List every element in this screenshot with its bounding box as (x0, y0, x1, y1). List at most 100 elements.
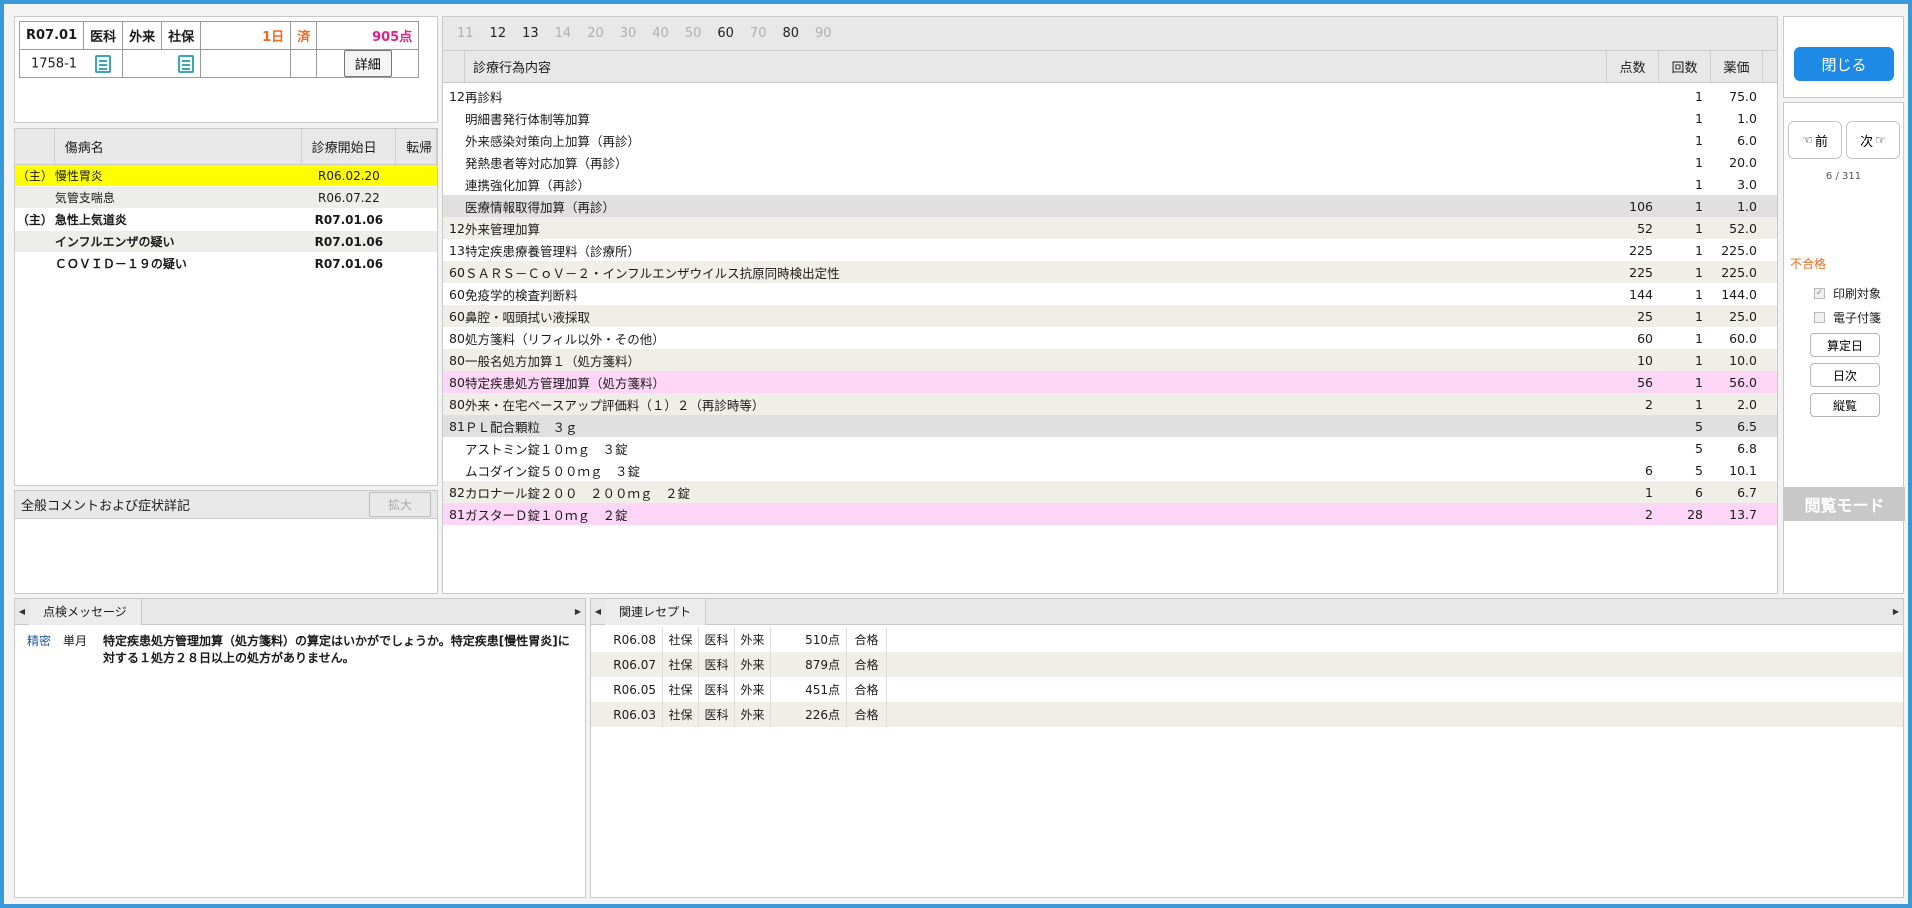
tab-40[interactable]: 40 (652, 26, 669, 41)
disease-row[interactable]: 気管支喘息 R06.07.22 (15, 187, 437, 209)
treatment-row[interactable]: アストミン錠１０ｍｇ ３錠 5 6.8 (443, 437, 1777, 459)
prev-button[interactable]: ☜ 前 (1788, 121, 1842, 159)
treatment-row[interactable]: 12 再診料 1 75.0 (443, 85, 1777, 107)
treatment-code: 81 (449, 506, 465, 522)
treatment-row[interactable]: 60 鼻腔・咽頭拭い液採取 25 1 25.0 (443, 305, 1777, 327)
treatment-name: 再診料 (465, 89, 503, 105)
treatment-points: 10 (1637, 352, 1653, 368)
treatment-price: 60.0 (1729, 330, 1757, 346)
disease-row[interactable]: （主） 慢性胃炎 R06.02.20 (15, 165, 437, 187)
col-price: 薬価 (1711, 51, 1763, 82)
disease-row[interactable]: ＣＯＶＩＤ－１９の疑い R07.01.06 (15, 253, 437, 275)
col-outcome: 転帰 (396, 129, 437, 164)
treatment-row[interactable]: ムコダイン錠５００ｍｇ ３錠 6 5 10.1 (443, 459, 1777, 481)
tab-20[interactable]: 20 (587, 26, 604, 41)
treatment-price: 20.0 (1729, 154, 1757, 170)
treatment-row[interactable]: 12 外来管理加算 52 1 52.0 (443, 217, 1777, 239)
related-result: 合格 (847, 652, 887, 677)
jukan-button[interactable]: 縦覧 (1810, 393, 1880, 417)
treatment-row[interactable]: 13 特定疾患療養管理料（診療所） 225 1 225.0 (443, 239, 1777, 261)
tab-12[interactable]: 12 (490, 26, 507, 41)
treatment-points: 106 (1629, 198, 1653, 214)
disease-row[interactable]: （主） 急性上気道炎 R07.01.06 (15, 209, 437, 231)
treatment-count: 1 (1695, 374, 1703, 390)
expand-button[interactable]: 拡大 (368, 492, 431, 517)
related-kind: 医科 (699, 702, 735, 727)
disease-row[interactable]: インフルエンザの疑い R07.01.06 (15, 231, 437, 253)
hand-right-icon: ☞ (1875, 133, 1886, 147)
tab-60[interactable]: 60 (717, 26, 734, 41)
scroll-left-icon[interactable]: ◀ (591, 607, 605, 616)
treatment-row[interactable]: 60 免疫学的検査判断料 144 1 144.0 (443, 283, 1777, 305)
tab-50[interactable]: 50 (685, 26, 702, 41)
receipt-summary-table: R07.01 医科 外来 社保 1日 済 905点 1758-1 詳細 (18, 21, 420, 78)
related-rows: R06.08 社保 医科 外来 510点 合格 R06.07 社保 医科 外来 879点 合格 R06.… (591, 625, 1903, 727)
tab-80[interactable]: 80 (782, 26, 799, 41)
treatment-price: 10.0 (1729, 352, 1757, 368)
comment-body[interactable] (15, 519, 437, 593)
treatment-row[interactable]: 82 カロナール錠２００ ２００ｍｇ ２錠 1 6 6.7 (443, 481, 1777, 503)
treatment-row[interactable]: 外来感染対策向上加算（再診） 1 6.0 (443, 129, 1777, 151)
treatment-count: 6 (1695, 484, 1703, 500)
related-receipt-row[interactable]: R06.08 社保 医科 外来 510点 合格 (591, 627, 1903, 652)
treatment-row[interactable]: 81 ＰＬ配合顆粒 ３ｇ 5 6.5 (443, 415, 1777, 437)
tab-13[interactable]: 13 (522, 26, 539, 41)
tab-30[interactable]: 30 (620, 26, 637, 41)
next-button[interactable]: 次 ☞ (1846, 121, 1900, 159)
tab-70[interactable]: 70 (750, 26, 767, 41)
scroll-left-icon[interactable]: ◀ (15, 607, 29, 616)
close-button[interactable]: 閉じる (1794, 47, 1894, 81)
scroll-right-icon[interactable]: ▶ (571, 607, 585, 616)
treatment-row[interactable]: 発熱患者等対応加算（再診） 1 20.0 (443, 151, 1777, 173)
related-points: 451点 (771, 677, 847, 702)
treatment-row[interactable]: 81 ガスターＤ錠１０ｍｇ ２錠 2 28 13.7 (443, 503, 1777, 525)
col-disease-name: 傷病名 (55, 129, 302, 164)
treatment-row[interactable]: 80 処方箋料（リフィル以外・その他） 60 1 60.0 (443, 327, 1777, 349)
print-checkbox[interactable]: ✓ 印刷対象 (1814, 285, 1881, 302)
document-icon[interactable] (178, 54, 195, 73)
treatment-row[interactable]: 連携強化加算（再診） 1 3.0 (443, 173, 1777, 195)
tab-check-message[interactable]: 点検メッセージ (29, 598, 142, 625)
scroll-right-icon[interactable]: ▶ (1889, 607, 1903, 616)
treatment-price: 6.8 (1737, 440, 1757, 456)
tab-90[interactable]: 90 (815, 26, 832, 41)
disease-date: R06.02.20 (318, 168, 380, 183)
related-ins: 社保 (663, 652, 699, 677)
tab-related-receipts[interactable]: 関連レセプト (605, 598, 707, 625)
tab-14[interactable]: 14 (555, 26, 572, 41)
treatment-row[interactable]: 80 外来・在宅ベースアップ評価料（１）２（再診時等） 2 1 2.0 (443, 393, 1777, 415)
treatment-points: 225 (1629, 264, 1653, 280)
check-message[interactable]: 精密 単月 特定疾患処方管理加算（処方箋料）の算定はいかがでしょうか。特定疾患[… (15, 625, 585, 667)
treatment-row[interactable]: 医療情報取得加算（再診） 106 1 1.0 (443, 195, 1777, 217)
related-kind: 医科 (699, 652, 735, 677)
santei-button[interactable]: 算定日 (1810, 333, 1880, 357)
detail-button[interactable]: 詳細 (343, 50, 392, 77)
treatment-code: 80 (449, 396, 465, 412)
document-icon[interactable] (95, 54, 112, 73)
treatment-price: 6.0 (1737, 132, 1757, 148)
efusen-checkbox[interactable]: 電子付箋 (1814, 309, 1881, 326)
treatment-points: 56 (1637, 374, 1653, 390)
treatment-row[interactable]: 80 一般名処方加算１（処方箋料） 10 1 10.0 (443, 349, 1777, 371)
related-points: 226点 (771, 702, 847, 727)
header-ym: R07.01 (18, 21, 85, 50)
treatment-row[interactable]: 60 ＳＡＲＳ－ＣｏＶ－２・インフルエンザウイルス抗原同時検出定性 225 1 225.… (443, 261, 1777, 283)
treatment-price: 10.1 (1729, 462, 1757, 478)
treatment-count: 1 (1695, 198, 1703, 214)
nichiji-button[interactable]: 日次 (1810, 363, 1880, 387)
efusen-label: 電子付箋 (1833, 311, 1882, 325)
col-treatment-name: 診療行為内容 (465, 51, 1607, 82)
treatment-name: 免疫学的検査判断料 (465, 287, 578, 303)
col-start-date: 診療開始日 (302, 129, 397, 164)
treatment-name: 外来・在宅ベースアップ評価料（１）２（再診時等） (465, 397, 765, 413)
treatment-row[interactable]: 80 特定疾患処方管理加算（処方箋料） 56 1 56.0 (443, 371, 1777, 393)
treatment-row[interactable]: 明細書発行体制等加算 1 1.0 (443, 107, 1777, 129)
header-points: 905点 (316, 21, 420, 50)
treatment-code: 60 (449, 286, 465, 302)
related-receipt-row[interactable]: R06.03 社保 医科 外来 226点 合格 (591, 702, 1903, 727)
related-receipt-row[interactable]: R06.05 社保 医科 外来 451点 合格 (591, 677, 1903, 702)
related-kind: 医科 (699, 677, 735, 702)
treatment-name: 鼻腔・咽頭拭い液採取 (465, 309, 591, 325)
related-receipt-row[interactable]: R06.07 社保 医科 外来 879点 合格 (591, 652, 1903, 677)
tab-11[interactable]: 11 (457, 26, 474, 41)
